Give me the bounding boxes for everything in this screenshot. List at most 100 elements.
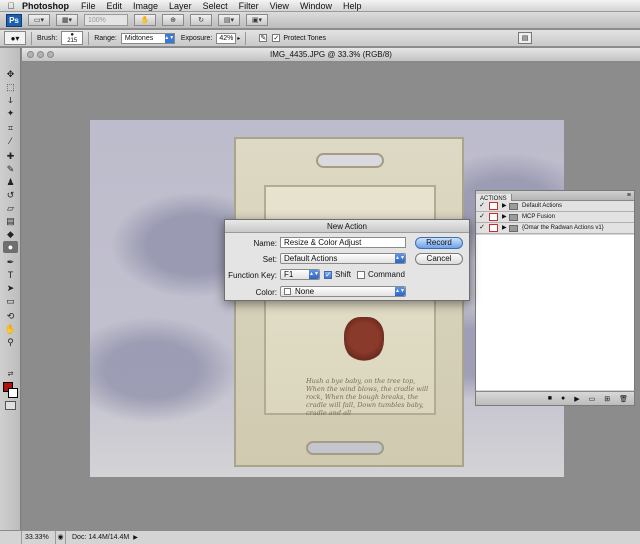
zoom-level-field[interactable]: 100% <box>84 14 128 26</box>
function-key-select[interactable]: F1 ▲▼ <box>280 269 320 280</box>
blur-tool-icon[interactable]: ◆ <box>3 228 18 240</box>
hand-icon: ✋ <box>140 17 150 24</box>
quick-mask-button[interactable] <box>5 401 16 410</box>
menu-file[interactable]: File <box>81 1 96 11</box>
minimize-window-icon[interactable] <box>37 51 44 58</box>
status-bar-left <box>0 530 22 544</box>
crop-tool-icon[interactable]: ⌗ <box>3 122 18 134</box>
play-icon[interactable]: ▶ <box>574 395 579 403</box>
exposure-slider-icon[interactable]: ▸ <box>237 35 240 42</box>
dialog-toggle-icon[interactable] <box>489 202 498 210</box>
menu-filter[interactable]: Filter <box>239 1 259 11</box>
hand-tool-icon[interactable]: ✋ <box>3 323 18 335</box>
lasso-tool-icon[interactable]: ↆ <box>3 94 18 106</box>
set-select[interactable]: Default Actions ▲▼ <box>280 253 406 264</box>
toggle-check-icon[interactable]: ✓ <box>478 224 486 232</box>
new-action-dialog: New Action Name: Resize & Color Adjust S… <box>224 219 470 301</box>
trash-icon[interactable]: 🗑 <box>619 395 628 403</box>
actions-panel: ACTIONS ≡ ✓ ▶ Default Actions ✓ ▶ MCP Fu… <box>475 190 635 406</box>
folder-icon <box>509 203 518 210</box>
exposure-input[interactable]: 42% <box>216 32 237 44</box>
rotate-view-button[interactable]: ↻ <box>190 14 212 26</box>
command-checkbox[interactable] <box>357 271 365 279</box>
panel-menu-icon[interactable]: ≡ <box>627 192 631 199</box>
zoom-tool-icon[interactable]: ⚲ <box>3 336 18 348</box>
exposure-label: Exposure: <box>180 34 213 42</box>
dialog-toggle-icon[interactable] <box>489 213 498 221</box>
expand-triangle-icon[interactable]: ▶ <box>502 212 507 223</box>
zoom-window-icon[interactable] <box>47 51 54 58</box>
brush-tool-icon[interactable]: ✎ <box>3 163 18 175</box>
healing-brush-tool-icon[interactable]: ✚ <box>3 150 18 162</box>
range-select[interactable]: Midtones ▲▼ <box>120 32 175 44</box>
name-label: Name: <box>253 239 277 248</box>
toggle-check-icon[interactable]: ✓ <box>478 213 486 221</box>
swap-colors-icon[interactable]: ⇄ <box>3 368 18 380</box>
history-brush-tool-icon[interactable]: ↺ <box>3 189 18 201</box>
separator <box>88 31 90 45</box>
shape-tool-icon[interactable]: ▭ <box>3 295 18 307</box>
move-tool-icon[interactable]: ✥ <box>3 68 18 80</box>
zoom-tool-button[interactable]: ⊕ <box>162 14 184 26</box>
shift-checkbox[interactable]: ✓ <box>324 271 332 279</box>
hand-tool-button[interactable]: ✋ <box>134 14 156 26</box>
menu-window[interactable]: Window <box>300 1 332 11</box>
status-info-icon[interactable]: ◉ <box>56 531 66 544</box>
protect-tones-checkbox[interactable]: ✓ <box>272 34 281 42</box>
record-icon[interactable]: ● <box>561 395 565 402</box>
eyedropper-tool-icon[interactable]: ⁄ <box>3 135 18 147</box>
chevron-down-icon: ▲▼ <box>395 287 405 296</box>
brush-picker[interactable]: ● 215 <box>61 31 84 45</box>
airbrush-toggle[interactable]: ✎ <box>259 34 268 42</box>
action-set-label: Default Actions <box>522 203 563 209</box>
status-menu-icon[interactable]: ▶ <box>133 534 138 541</box>
marquee-tool-icon[interactable]: ⬚ <box>3 81 18 93</box>
stop-icon[interactable]: ■ <box>548 395 552 402</box>
type-tool-icon[interactable]: T <box>3 269 18 281</box>
background-color-swatch[interactable] <box>8 388 18 398</box>
view-extras-button[interactable]: ▦▾ <box>56 14 78 26</box>
menu-view[interactable]: View <box>270 1 289 11</box>
dialog-title: New Action <box>225 220 469 233</box>
eraser-tool-icon[interactable]: ▱ <box>3 202 18 214</box>
name-input[interactable]: Resize & Color Adjust <box>280 237 406 248</box>
shift-label: Shift <box>335 270 352 279</box>
new-set-icon[interactable]: ▭ <box>589 395 596 403</box>
dialog-toggle-icon[interactable] <box>489 224 498 232</box>
expand-triangle-icon[interactable]: ▶ <box>502 201 507 212</box>
expand-triangle-icon[interactable]: ▶ <box>502 223 507 234</box>
screen-mode-button[interactable]: ▣▾ <box>246 14 268 26</box>
pen-tool-icon[interactable]: ✒ <box>3 256 18 268</box>
dodge-tool-icon[interactable]: ● <box>3 241 18 253</box>
menu-app-name[interactable]: Photoshop <box>22 1 69 11</box>
menu-image[interactable]: Image <box>133 1 158 11</box>
tool-preset-picker[interactable]: ●▾ <box>4 31 26 45</box>
status-zoom[interactable]: 33.33% <box>22 531 56 544</box>
3d-rotate-tool-icon[interactable]: ⟲ <box>3 310 18 322</box>
action-set-row[interactable]: ✓ ▶ {Omar the Radwan Actions v1} <box>476 223 634 234</box>
clone-stamp-tool-icon[interactable]: ♟ <box>3 176 18 188</box>
menu-edit[interactable]: Edit <box>107 1 123 11</box>
menu-select[interactable]: Select <box>203 1 228 11</box>
gradient-tool-icon[interactable]: ▤ <box>3 215 18 227</box>
menu-layer[interactable]: Layer <box>169 1 192 11</box>
record-button[interactable]: Record <box>415 237 463 249</box>
palette-toggle-button[interactable]: ▤ <box>518 32 532 44</box>
color-select[interactable]: None ▲▼ <box>280 286 406 297</box>
actions-panel-header: ACTIONS ≡ <box>476 191 634 204</box>
bridge-button[interactable]: ▭▾ <box>28 14 50 26</box>
new-action-icon[interactable]: ⊞ <box>604 395 610 403</box>
quick-selection-tool-icon[interactable]: ✦ <box>3 107 18 119</box>
path-selection-tool-icon[interactable]: ➤ <box>3 282 18 294</box>
apple-menu-icon[interactable]:  <box>0 1 22 11</box>
tray-poem-text: Hush a bye baby, on the tree top, When t… <box>306 377 429 417</box>
photoshop-logo[interactable]: Ps <box>6 13 22 27</box>
bridge-icon: ▭▾ <box>33 17 45 24</box>
close-window-icon[interactable] <box>27 51 34 58</box>
cancel-button[interactable]: Cancel <box>415 253 463 265</box>
toggle-check-icon[interactable]: ✓ <box>478 202 486 210</box>
action-set-row[interactable]: ✓ ▶ Default Actions <box>476 201 634 212</box>
menu-help[interactable]: Help <box>343 1 362 11</box>
arrange-documents-button[interactable]: ▤▾ <box>218 14 240 26</box>
action-set-row[interactable]: ✓ ▶ MCP Fusion <box>476 212 634 223</box>
